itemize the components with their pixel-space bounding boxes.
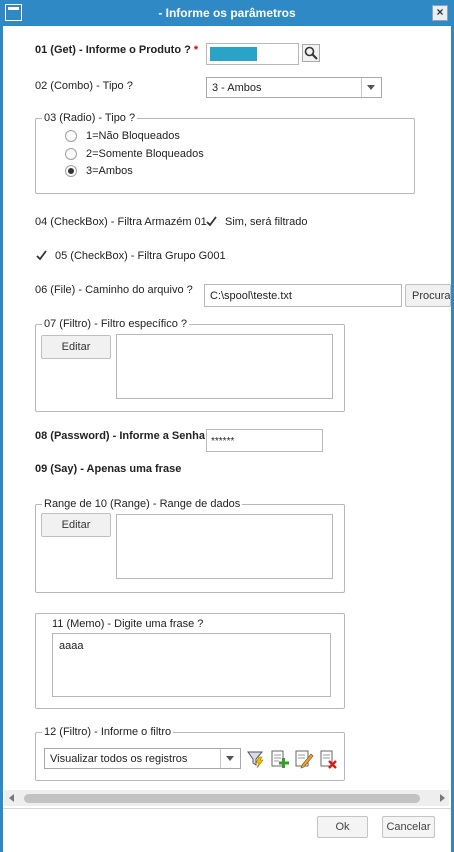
ok-button[interactable]: Ok: [317, 816, 368, 838]
tipo-combo-select[interactable]: 3 - Ambos: [206, 77, 382, 98]
memo-label: 11 (Memo) - Digite uma frase ?: [52, 618, 204, 630]
armazem-check-label[interactable]: Sim, será filtrado: [225, 216, 308, 228]
close-button[interactable]: ×: [432, 5, 448, 21]
range-legend: Range de 10 (Range) - Range de dados: [42, 498, 243, 510]
grupo-checkbox[interactable]: [35, 249, 48, 262]
radio-ambos[interactable]: [65, 165, 77, 177]
chevron-down-icon: [220, 749, 240, 768]
memo-value: aaaa: [59, 640, 84, 652]
radio-nao-bloqueados-label[interactable]: 1=Não Bloqueados: [86, 130, 180, 142]
required-mark: *: [193, 44, 199, 56]
radio-ambos-label[interactable]: 3=Ambos: [86, 165, 133, 177]
produto-lookup-button[interactable]: [302, 44, 320, 62]
senha-input[interactable]: ******: [206, 429, 323, 452]
delete-filter-icon[interactable]: [318, 749, 338, 769]
filtro-legend: 12 (Filtro) - Informe o filtro: [42, 726, 174, 738]
scrollbar-thumb[interactable]: [24, 794, 420, 803]
senha-value: ******: [211, 436, 235, 447]
filtro-select[interactable]: Visualizar todos os registros: [44, 748, 241, 769]
filtro-value: Visualizar todos os registros: [50, 753, 188, 765]
radio-nao-bloqueados[interactable]: [65, 130, 77, 142]
window-frame-left: [0, 26, 3, 852]
arquivo-value: C:\spool\teste.txt: [210, 290, 292, 302]
say-label: 09 (Say) - Apenas uma frase: [35, 463, 182, 475]
add-filter-icon[interactable]: [270, 749, 290, 769]
cancel-button[interactable]: Cancelar: [382, 816, 435, 838]
filter-lightning-icon[interactable]: [246, 749, 266, 769]
tipo-combo-label: 02 (Combo) - Tipo ?: [35, 80, 133, 92]
grupo-check-label[interactable]: 05 (CheckBox) - Filtra Grupo G001: [55, 250, 226, 262]
chevron-down-icon: [361, 78, 381, 97]
armazem-checkbox[interactable]: [205, 215, 218, 228]
senha-label: 08 (Password) - Informe a Senha: [35, 430, 205, 442]
title-bar: - Informe os parâmetros ×: [0, 0, 454, 26]
range-editar-button[interactable]: Editar: [41, 513, 111, 537]
produto-value-highlight: [210, 47, 257, 61]
filtro-especifico-textarea[interactable]: [116, 334, 333, 399]
footer-divider: [3, 808, 451, 809]
produto-label: 01 (Get) - Informe o Produto ? *: [35, 44, 199, 56]
range-textarea[interactable]: [116, 514, 333, 579]
arquivo-input[interactable]: C:\spool\teste.txt: [204, 284, 402, 307]
armazem-label: 04 (CheckBox) - Filtra Armazém 01: [35, 216, 207, 228]
radio-somente-bloqueados[interactable]: [65, 148, 77, 160]
procura-button[interactable]: Procura: [405, 284, 451, 307]
tipo-combo-value: 3 - Ambos: [212, 82, 262, 94]
radio-somente-bloqueados-label[interactable]: 2=Somente Bloqueados: [86, 148, 204, 160]
tipo-radio-legend: 03 (Radio) - Tipo ?: [42, 112, 138, 124]
filtro-especifico-legend: 07 (Filtro) - Filtro específico ?: [42, 318, 190, 330]
close-icon: ×: [436, 5, 444, 19]
scroll-left-icon[interactable]: [9, 794, 14, 802]
lookup-search-icon: [304, 46, 318, 60]
filtro-especifico-editar-button[interactable]: Editar: [41, 335, 111, 359]
arquivo-label: 06 (File) - Caminho do arquivo ?: [35, 284, 193, 296]
memo-textarea[interactable]: aaaa: [52, 633, 331, 697]
scroll-right-icon[interactable]: [440, 794, 445, 802]
window-title: - Informe os parâmetros: [158, 6, 296, 20]
edit-filter-icon[interactable]: [294, 749, 314, 769]
